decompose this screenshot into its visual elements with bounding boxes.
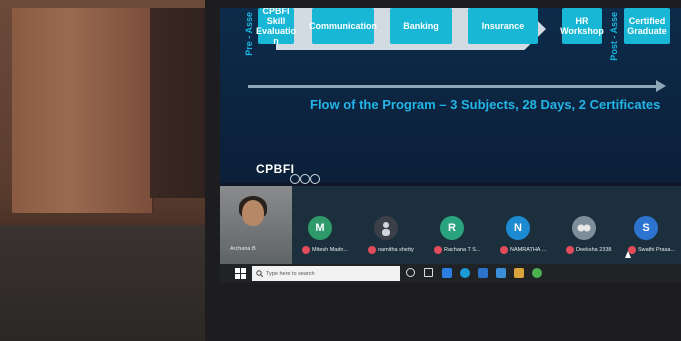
control-ring-icon (310, 174, 320, 184)
control-ring-icon (290, 174, 300, 184)
person-face (242, 200, 264, 226)
box-hr-workshop: HR Workshop (560, 8, 604, 44)
slide-caption: Flow of the Program – 3 Subjects, 28 Day… (310, 97, 661, 112)
participant-name: NAMRATHA ... (500, 246, 546, 254)
participant-name: Deeksha 2338 (566, 246, 611, 254)
taskbar-search-input[interactable]: Type here to search (252, 266, 400, 281)
box-skill-evaluation: CPBFI Skill Evaluatio n (256, 8, 297, 46)
cpbfi-logo: CPBFI (256, 162, 295, 176)
participant-tile[interactable]: Deeksha 2338 (556, 186, 622, 264)
mail-icon[interactable] (478, 268, 488, 278)
wooden-door (12, 8, 154, 213)
windows-start-icon[interactable] (235, 268, 246, 279)
mouse-cursor-icon (625, 251, 631, 258)
participant-tile[interactable]: M Mitesh Madn... (292, 186, 358, 264)
box-insurance: Insurance (468, 8, 538, 44)
participant-tile[interactable]: R Rachana T S... (424, 186, 490, 264)
mic-off-icon (566, 246, 574, 254)
participant-name: namitha shetty (368, 246, 414, 254)
post-assessment-label: Post - Asse (609, 12, 619, 61)
box-banking: Banking (390, 8, 452, 44)
pre-assessment-label: Pre - Asse (244, 12, 254, 56)
participant-name: Rachana T S... (434, 246, 481, 254)
participant-name: Swathi Prasa... (628, 246, 675, 254)
mic-off-icon (368, 246, 376, 254)
presentation-slide: Pre - Asse Post - Asse CPBFI Skill Evalu… (220, 8, 681, 184)
photo-background: hp Pre - Asse Post - Asse CPBFI Skill Ev… (0, 0, 681, 341)
search-icon (256, 270, 263, 277)
chrome-icon[interactable] (532, 268, 542, 278)
avatar: R (440, 216, 464, 240)
box-certified-graduate: Certified Graduate (624, 8, 670, 44)
control-ring-icon (300, 174, 310, 184)
mic-off-icon (500, 246, 508, 254)
timeline-line (248, 85, 658, 88)
task-view-icon[interactable] (424, 268, 433, 277)
timeline-arrowhead (656, 80, 666, 92)
edge-icon[interactable] (460, 268, 470, 278)
box-communication: Communication (309, 8, 377, 44)
participant-video (220, 186, 292, 264)
avatar-photo (374, 216, 398, 240)
avatar-photo (572, 216, 596, 240)
participant-tile[interactable]: N NAMRATHA ... (490, 186, 556, 264)
avatar: M (308, 216, 332, 240)
windows-taskbar: Type here to search (220, 264, 681, 283)
participant-tile[interactable]: Archana B (220, 186, 292, 264)
search-placeholder: Type here to search (266, 270, 315, 277)
participant-name: Mitesh Madn... (302, 246, 348, 254)
avatar: S (634, 216, 658, 240)
mic-off-icon (434, 246, 442, 254)
participant-tile[interactable]: namitha shetty (358, 186, 424, 264)
mic-off-icon (302, 246, 310, 254)
participants-strip: Archana B M Mitesh Madn... namitha shett… (220, 186, 681, 264)
bag-icon[interactable] (514, 268, 524, 278)
room-floor (0, 225, 230, 341)
dropbox-icon[interactable] (442, 268, 452, 278)
store-icon[interactable] (496, 268, 506, 278)
monitor-screen: Pre - Asse Post - Asse CPBFI Skill Evalu… (220, 8, 681, 283)
cortana-icon[interactable] (406, 268, 415, 277)
participant-name: Archana B (230, 246, 256, 252)
avatar: N (506, 216, 530, 240)
